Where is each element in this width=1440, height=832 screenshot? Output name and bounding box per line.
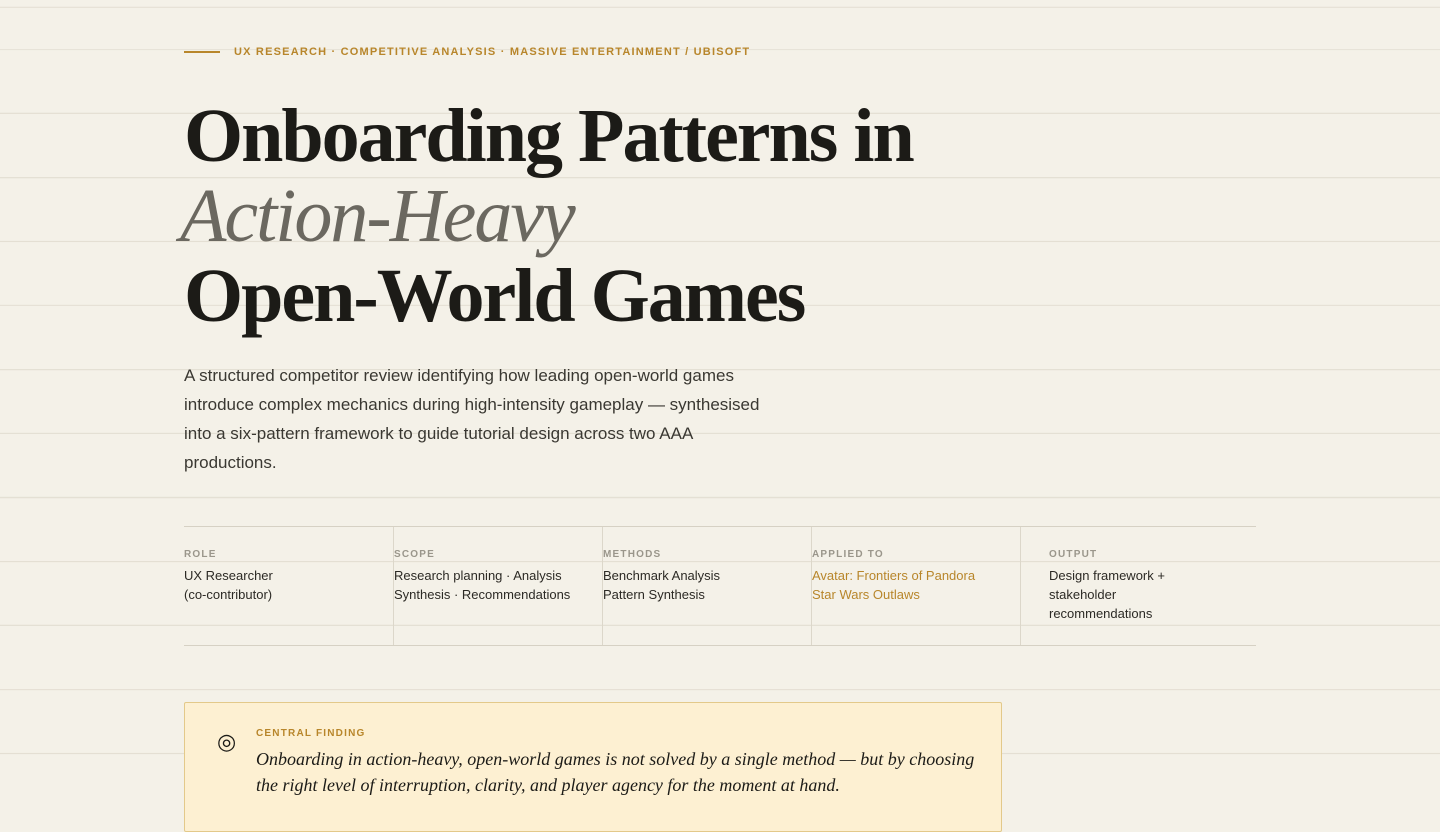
applied-to-link-avatar[interactable]: Avatar: Frontiers of Pandora <box>812 566 1020 585</box>
title-line-2-italic: Action-Heavy <box>180 174 576 258</box>
meta-applied-to-label: APPLIED TO <box>812 549 884 560</box>
meta-scope-label: SCOPE <box>394 549 436 560</box>
meta-methods: METHODS Benchmark Analysis Pattern Synth… <box>602 527 811 645</box>
meta-methods-label: METHODS <box>603 549 662 560</box>
callout-label: CENTRAL FINDING <box>256 728 366 739</box>
eyebrow-rule <box>184 51 220 53</box>
title-line-3: Open-World Games <box>184 254 806 338</box>
meta-methods-line-2: Pattern Synthesis <box>603 587 705 602</box>
project-meta-strip: ROLE UX Researcher (co-contributor) SCOP… <box>184 526 1256 646</box>
central-finding-callout: ◎ CENTRAL FINDING Onboarding in action-h… <box>184 702 1002 832</box>
meta-methods-line-1: Benchmark Analysis <box>603 568 721 583</box>
target-icon: ◎ <box>217 730 237 755</box>
meta-role: ROLE UX Researcher (co-contributor) <box>184 527 393 645</box>
eyebrow-text: UX RESEARCH · COMPETITIVE ANALYSIS · MAS… <box>234 46 751 58</box>
meta-output-label: OUTPUT <box>1049 549 1098 560</box>
meta-applied-to: APPLIED TO Avatar: Frontiers of Pandora … <box>811 527 1020 645</box>
lede-paragraph: A structured competitor review identifyi… <box>184 366 760 472</box>
meta-scope-value: Research planning · Analysis Synthesis ·… <box>394 568 571 602</box>
applied-to-link-star-wars-outlaws[interactable]: Star Wars Outlaws <box>812 585 1020 604</box>
meta-role-label: ROLE <box>184 549 217 560</box>
eyebrow: UX RESEARCH · COMPETITIVE ANALYSIS · MAS… <box>184 46 750 58</box>
meta-output: OUTPUT Design framework + stakeholder re… <box>1020 527 1256 645</box>
meta-output-value: Design framework + stakeholder recommend… <box>1049 568 1165 621</box>
meta-role-value: UX Researcher (co-contributor) <box>184 568 273 602</box>
title-line-1: Onboarding Patterns in <box>184 94 915 178</box>
page-title: Onboarding Patterns in Action-Heavy Open… <box>180 94 915 338</box>
meta-scope: SCOPE Research planning · Analysis Synth… <box>393 527 602 645</box>
callout-text: Onboarding in action-heavy, open-world g… <box>256 749 975 795</box>
